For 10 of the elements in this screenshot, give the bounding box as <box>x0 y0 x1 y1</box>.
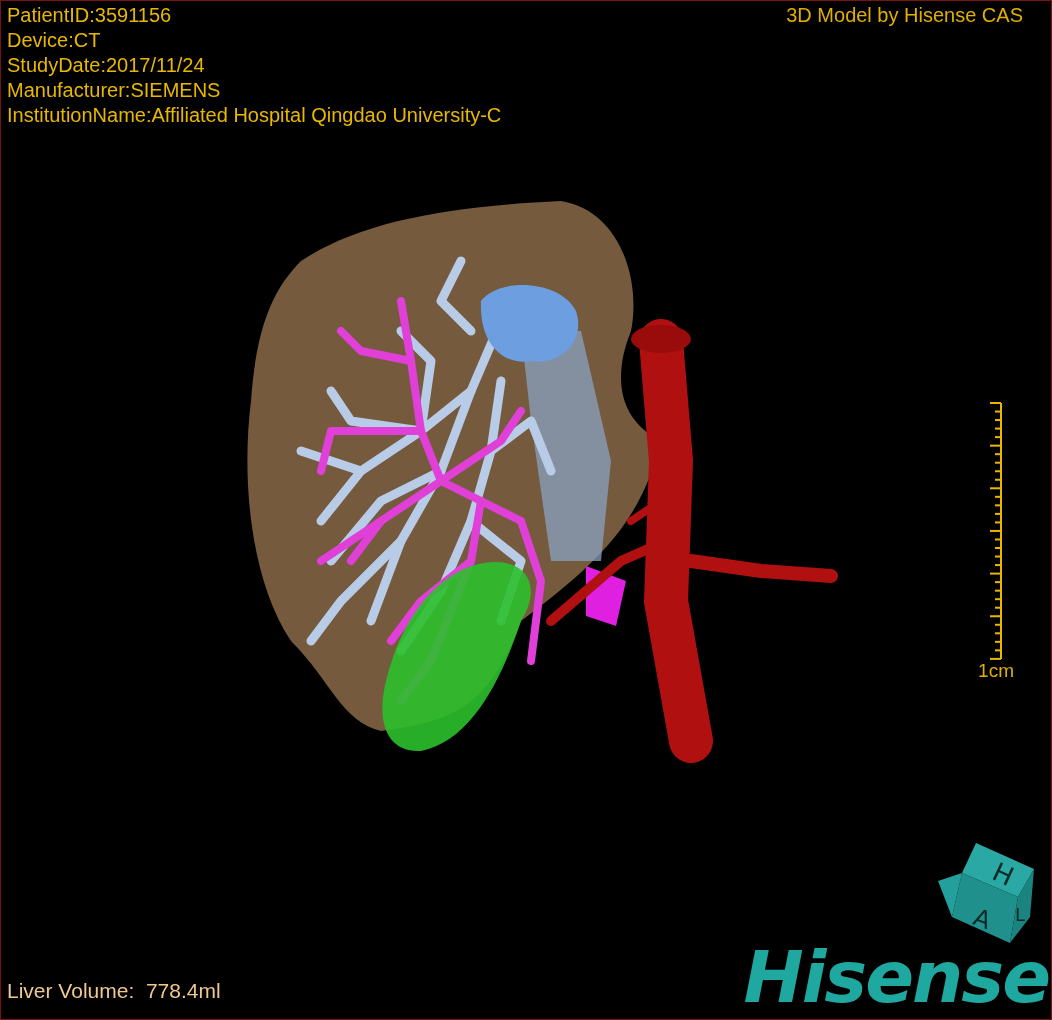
patient-info-text: PatientID:3591156 <box>7 3 173 28</box>
orientation-cube[interactable]: H A L <box>936 841 1036 945</box>
viewer-header-text: 3D Model by Hisense CAS <box>786 4 1023 27</box>
patient-info-text: Device:CT <box>7 28 102 53</box>
patient-info-text: Manufacturer:SIEMENS <box>7 78 222 103</box>
liver-volume-text: Liver Volume: 778.4ml <box>7 979 221 1003</box>
3d-viewport[interactable]: PatientID:3591156 Device:CT StudyDate:2017/11/24 Manufacturer:SIEMENS InstitutionName:Affiliated Hospital Qingdao University-C 3D Model by Hisense CAS 1cm Liver Volume: 778.4ml H A L Hisense <box>0 0 1052 1020</box>
patient-info-text: StudyDate:2017/11/24 <box>7 53 206 78</box>
scale-label: 1cm <box>978 660 1014 682</box>
patient-info-text: InstitutionName:Affiliated Hospital Qingdao University-C <box>7 103 502 128</box>
